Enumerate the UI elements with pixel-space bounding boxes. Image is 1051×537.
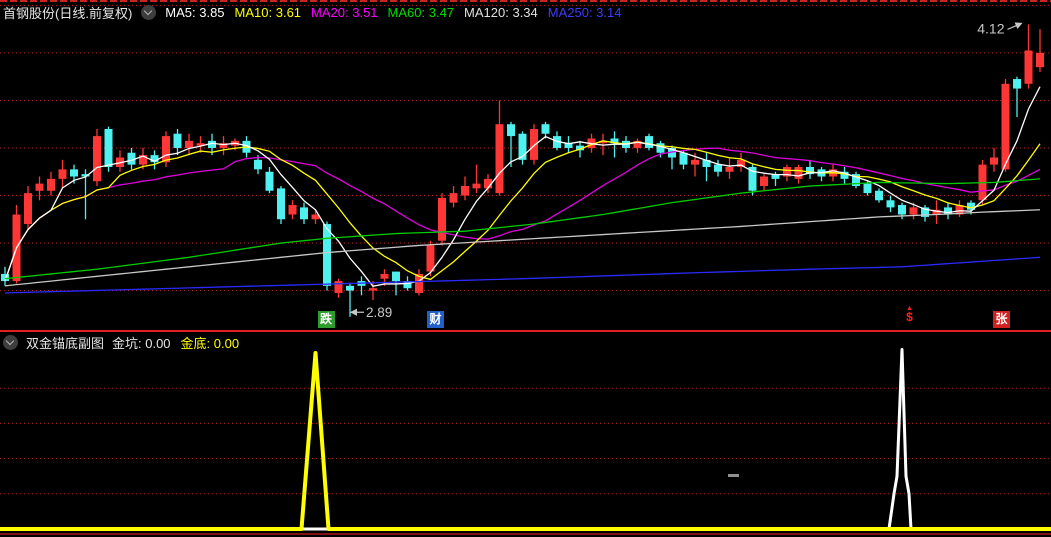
chevron-down-icon[interactable] [3, 335, 18, 350]
indicator-value: 金坑: 0.00 [112, 336, 171, 351]
bottom-border [0, 533, 1051, 535]
stock-title: 首钢股份(日线.前复权) [3, 6, 133, 21]
ma-value: MA60: 3.47 [387, 5, 455, 20]
signal-marker-财: 财 [427, 311, 444, 328]
ma-value: MA10: 3.61 [234, 5, 302, 20]
low-price-label: 2.89 [366, 305, 392, 320]
ma-value: MA120: 3.34 [464, 5, 538, 20]
ma-value: MA250: 3.14 [547, 5, 622, 20]
ma-value: MA5: 3.85 [165, 5, 225, 20]
artifact-dash [728, 474, 739, 477]
indicator-title: 双金锚底副图 [26, 336, 105, 351]
indicator-values: 金坑: 0.00 金底: 0.00 [112, 333, 239, 352]
chevron-down-icon[interactable] [141, 5, 157, 20]
panel-separator [0, 330, 1051, 332]
sub-chart-header: 双金锚底副图 金坑: 0.00 金底: 0.00 [3, 333, 239, 352]
ma-value: MA20: 3.51 [311, 5, 378, 20]
signal-marker-$: ▲ $ [903, 305, 917, 324]
signal-marker-跌: 跌 [317, 311, 335, 328]
main-chart-header: 首钢股份(日线.前复权) MA5: 3.85 MA10: 3.61 MA20: 3.… [3, 3, 621, 22]
ma-values: MA5: 3.85 MA10: 3.61 MA20: 3.51 MA60: 3.47 M… [165, 5, 621, 20]
signal-marker-张: 张 [993, 311, 1010, 328]
stock-app-window: 4.12 2.89 首钢股份(日线.前复权) MA5: 3.85 MA10: 3.6… [0, 0, 1051, 537]
indicator-value: 金底: 0.00 [180, 336, 240, 351]
high-price-label: 4.12 [977, 20, 1004, 36]
chart-canvas[interactable]: 4.12 2.89 [0, 0, 1051, 537]
dollar-signal: $ [906, 310, 913, 324]
